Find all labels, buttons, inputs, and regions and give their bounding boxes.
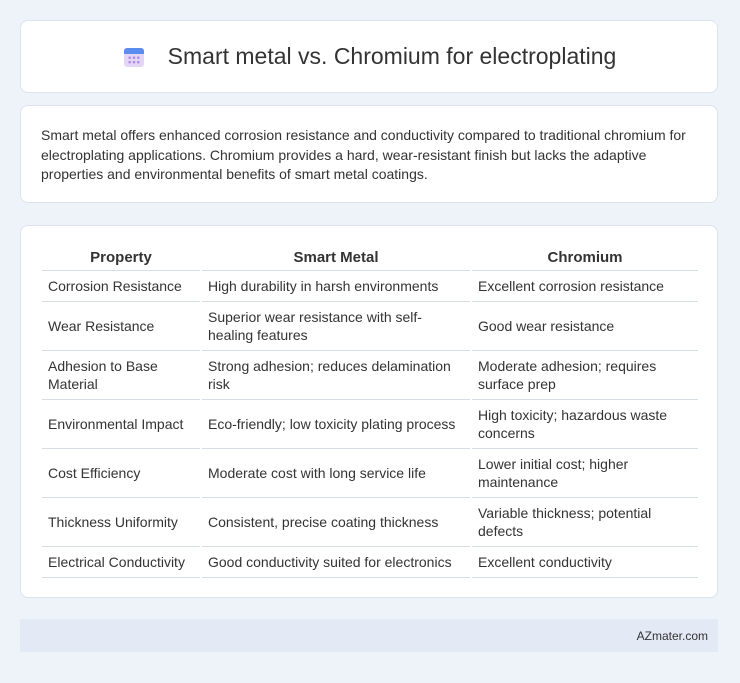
table-cell-smart-metal: High durability in harsh environments	[200, 270, 471, 302]
table-cell-smart-metal: Consistent, precise coating thickness	[200, 497, 471, 547]
column-header-smart-metal: Smart Metal	[200, 248, 471, 271]
table-cell-smart-metal: Strong adhesion; reduces delamination ri…	[200, 350, 471, 400]
table-cell-chromium: Good wear resistance	[470, 301, 698, 351]
intro-card: Smart metal offers enhanced corrosion re…	[20, 105, 718, 203]
footer-bar: AZmater.com	[20, 619, 718, 652]
table-cell-property: Cost Efficiency	[42, 448, 201, 498]
title-row: Smart metal vs. Chromium for electroplat…	[122, 43, 617, 70]
table-cell-smart-metal: Moderate cost with long service life	[200, 448, 471, 498]
intro-paragraph: Smart metal offers enhanced corrosion re…	[41, 127, 686, 182]
table-cell-property: Thickness Uniformity	[42, 497, 201, 547]
table-row: Environmental Impact Eco-friendly; low t…	[42, 399, 698, 449]
table-cell-property: Environmental Impact	[42, 399, 201, 449]
table-cell-chromium: Variable thickness; potential defects	[470, 497, 698, 547]
table-row: Adhesion to Base Material Strong adhesio…	[42, 350, 698, 400]
column-header-property: Property	[42, 248, 201, 271]
table-card: Property Smart Metal Chromium Corrosion …	[20, 225, 718, 598]
table-row: Electrical Conductivity Good conductivit…	[42, 546, 698, 578]
table-cell-chromium: Excellent conductivity	[470, 546, 698, 578]
calendar-icon	[123, 47, 144, 67]
title-card: Smart metal vs. Chromium for electroplat…	[20, 20, 718, 93]
table-row: Thickness Uniformity Consistent, precise…	[42, 497, 698, 547]
table-row: Corrosion Resistance High durability in …	[42, 270, 698, 302]
table-row: Wear Resistance Superior wear resistance…	[42, 301, 698, 351]
table-cell-property: Adhesion to Base Material	[42, 350, 201, 400]
footer-brand[interactable]: AZmater.com	[637, 629, 708, 643]
page-title: Smart metal vs. Chromium for electroplat…	[167, 43, 617, 69]
table-cell-property: Wear Resistance	[42, 301, 201, 351]
table-cell-smart-metal: Superior wear resistance with self-heali…	[200, 301, 471, 351]
table-cell-chromium: Lower initial cost; higher maintenance	[470, 448, 698, 498]
table-cell-property: Electrical Conductivity	[42, 546, 201, 578]
table-cell-chromium: Moderate adhesion; requires surface prep	[470, 350, 698, 400]
table-row: Cost Efficiency Moderate cost with long …	[42, 448, 698, 498]
table-header-row: Property Smart Metal Chromium	[42, 248, 698, 271]
table-cell-chromium: High toxicity; hazardous waste concerns	[470, 399, 698, 449]
comparison-table: Property Smart Metal Chromium Corrosion …	[42, 248, 698, 578]
column-header-chromium: Chromium	[470, 248, 698, 271]
table-cell-property: Corrosion Resistance	[42, 270, 201, 302]
table-cell-smart-metal: Good conductivity suited for electronics	[200, 546, 471, 578]
table-cell-smart-metal: Eco-friendly; low toxicity plating proce…	[200, 399, 471, 449]
table-cell-chromium: Excellent corrosion resistance	[470, 270, 698, 302]
